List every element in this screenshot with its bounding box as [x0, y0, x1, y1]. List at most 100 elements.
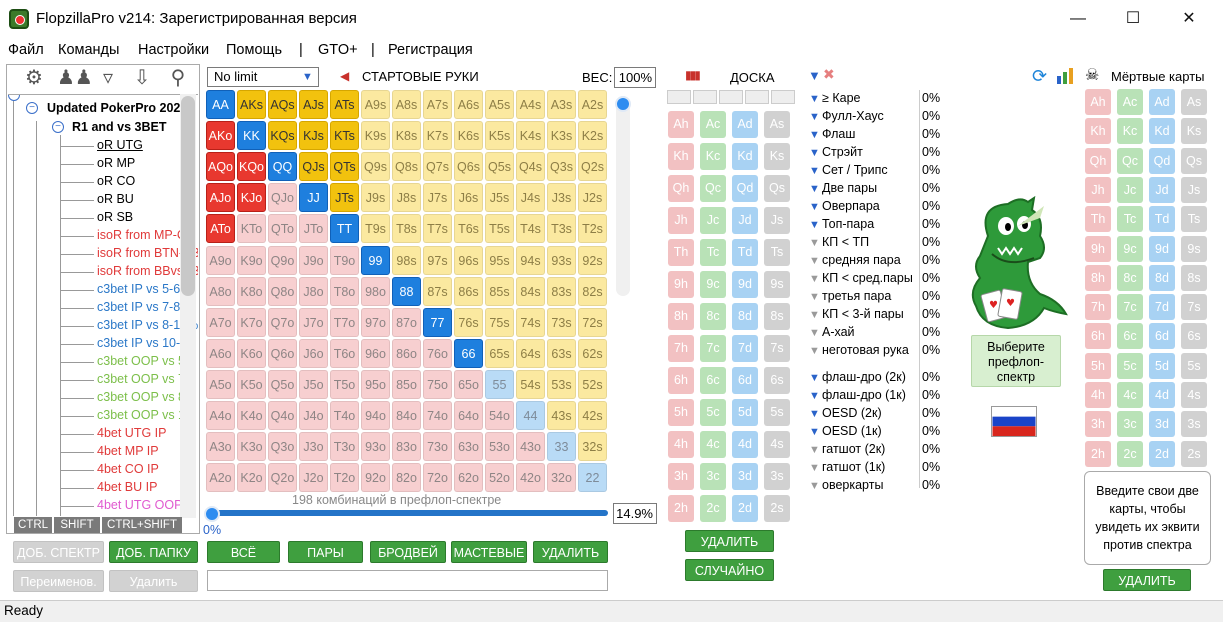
tree-item-range[interactable]: 4bet UTG IP [97, 426, 166, 440]
dead-card-Qh[interactable]: Qh [1085, 147, 1111, 174]
hand-cell-83s[interactable]: 83s [547, 277, 576, 306]
clear-range-button[interactable]: УДАЛИТЬ [533, 541, 608, 563]
hand-cell-TT[interactable]: TT [330, 214, 359, 243]
hand-cell-Q9s[interactable]: Q9s [361, 152, 390, 181]
hand-cell-J8o[interactable]: J8o [299, 277, 328, 306]
dead-card-3c[interactable]: 3c [1117, 411, 1143, 438]
dead-card-5c[interactable]: 5c [1117, 352, 1143, 379]
hand-cell-85s[interactable]: 85s [485, 277, 514, 306]
tree-item-range[interactable]: c3bet OOP vs 12 [97, 408, 192, 422]
dead-card-Td[interactable]: Td [1149, 206, 1175, 233]
hand-cell-Q3o[interactable]: Q3o [268, 432, 297, 461]
hand-cell-Q8o[interactable]: Q8o [268, 277, 297, 306]
board-card-3s[interactable]: 3s [764, 463, 790, 490]
board-card-6s[interactable]: 6s [764, 367, 790, 394]
filter-icon[interactable]: ▼ [809, 327, 821, 339]
filter-icon[interactable]: ▼ [809, 129, 821, 141]
board-slot[interactable] [693, 90, 717, 104]
hand-cell-K8o[interactable]: K8o [237, 277, 266, 306]
dead-card-Qd[interactable]: Qd [1149, 147, 1175, 174]
hand-cell-K9o[interactable]: K9o [237, 246, 266, 275]
hand-cell-JJ[interactable]: JJ [299, 183, 328, 212]
board-card-2h[interactable]: 2h [668, 495, 694, 522]
hand-cell-AQo[interactable]: AQo [206, 152, 235, 181]
dead-card-9c[interactable]: 9c [1117, 235, 1143, 262]
hand-cell-T9o[interactable]: T9o [330, 246, 359, 275]
dead-card-2h[interactable]: 2h [1085, 440, 1111, 467]
minimize-icon[interactable]: — [1067, 8, 1089, 30]
dead-card-4h[interactable]: 4h [1085, 382, 1111, 408]
board-card-2s[interactable]: 2s [764, 495, 790, 522]
dead-card-7s[interactable]: 7s [1181, 294, 1207, 321]
hand-cell-J2s[interactable]: J2s [578, 183, 607, 212]
hand-cell-83o[interactable]: 83o [392, 432, 421, 461]
dead-card-6c[interactable]: 6c [1117, 323, 1143, 350]
hand-cell-A5o[interactable]: A5o [206, 370, 235, 399]
dead-card-7c[interactable]: 7c [1117, 294, 1143, 321]
hand-cell-Q7s[interactable]: Q7s [423, 152, 452, 181]
search-icon[interactable]: ⚲ [165, 66, 191, 90]
hand-cell-T4o[interactable]: T4o [330, 401, 359, 430]
board-card-Js[interactable]: Js [764, 207, 790, 234]
dead-card-2s[interactable]: 2s [1181, 440, 1207, 467]
clear-board-button[interactable]: УДАЛИТЬ [685, 530, 774, 552]
range-percent-slider[interactable] [212, 510, 608, 516]
hand-cell-K6s[interactable]: K6s [454, 121, 483, 150]
hand-cell-K5o[interactable]: K5o [237, 370, 266, 399]
hand-cell-98o[interactable]: 98o [361, 277, 390, 306]
hand-cell-99[interactable]: 99 [361, 246, 390, 275]
hand-cell-A9s[interactable]: A9s [361, 90, 390, 119]
chevron-down-icon[interactable]: ▼ [302, 67, 313, 87]
hand-cell-63s[interactable]: 63s [547, 339, 576, 368]
broadway-button[interactable]: БРОДВЕЙ [370, 541, 446, 563]
hand-cell-J9o[interactable]: J9o [299, 246, 328, 275]
filter-icon[interactable]: ▼ [809, 408, 821, 420]
board-card-9c[interactable]: 9c [700, 271, 726, 298]
dead-card-9d[interactable]: 9d [1149, 235, 1175, 262]
tree-item-range[interactable]: 4bet UTG OOP [97, 498, 182, 512]
filter-icon[interactable]: ▼ [809, 273, 821, 285]
delete-folder-button[interactable]: Удалить [109, 570, 198, 592]
hand-cell-98s[interactable]: 98s [392, 246, 421, 275]
dead-card-6d[interactable]: 6d [1149, 323, 1175, 350]
hand-cell-J6o[interactable]: J6o [299, 339, 328, 368]
hand-cell-J4o[interactable]: J4o [299, 401, 328, 430]
hand-cell-K3s[interactable]: K3s [547, 121, 576, 150]
filter-icon[interactable]: ▼ [809, 426, 821, 438]
tree-item-range[interactable]: 4bet MP IP [97, 444, 159, 458]
dead-card-8s[interactable]: 8s [1181, 264, 1207, 291]
hand-cell-93s[interactable]: 93s [547, 246, 576, 275]
hand-cell-K2o[interactable]: K2o [237, 463, 266, 492]
hand-cell-72s[interactable]: 72s [578, 308, 607, 337]
hand-cell-95o[interactable]: 95o [361, 370, 390, 399]
filter-icon[interactable]: ▼ [809, 390, 821, 402]
board-card-3d[interactable]: 3d [732, 463, 758, 490]
weight-input[interactable]: 100% [614, 67, 656, 88]
hand-cell-KJs[interactable]: KJs [299, 121, 328, 150]
tree-item-range[interactable]: oR BU [97, 192, 134, 206]
dead-card-5s[interactable]: 5s [1181, 352, 1207, 379]
hand-cell-A8o[interactable]: A8o [206, 277, 235, 306]
hand-cell-Q8s[interactable]: Q8s [392, 152, 421, 181]
board-card-As[interactable]: As [764, 111, 790, 138]
hand-cell-K9s[interactable]: K9s [361, 121, 390, 150]
hand-cell-85o[interactable]: 85o [392, 370, 421, 399]
hand-cell-63o[interactable]: 63o [454, 432, 483, 461]
add-range-button[interactable]: ДОБ. СПЕКТР [13, 541, 104, 563]
filter-icon[interactable]: ▼ [809, 183, 821, 195]
hand-cell-77[interactable]: 77 [423, 308, 452, 337]
tree-item-range[interactable]: 4bet CO IP [97, 462, 159, 476]
users-icon[interactable]: ♟♟ [57, 66, 93, 90]
dead-card-5d[interactable]: 5d [1149, 352, 1175, 379]
board-card-Td[interactable]: Td [732, 239, 758, 266]
hand-cell-T8s[interactable]: T8s [392, 214, 421, 243]
hand-cell-97s[interactable]: 97s [423, 246, 452, 275]
filter-icon[interactable]: ▼ [808, 68, 821, 83]
hand-cell-K7o[interactable]: K7o [237, 308, 266, 337]
dead-card-6s[interactable]: 6s [1181, 323, 1207, 350]
hand-cell-86o[interactable]: 86o [392, 339, 421, 368]
board-card-Kc[interactable]: Kc [700, 143, 726, 170]
hand-cell-KJo[interactable]: KJo [237, 183, 266, 212]
hand-cell-J8s[interactable]: J8s [392, 183, 421, 212]
board-slot[interactable] [719, 90, 743, 104]
